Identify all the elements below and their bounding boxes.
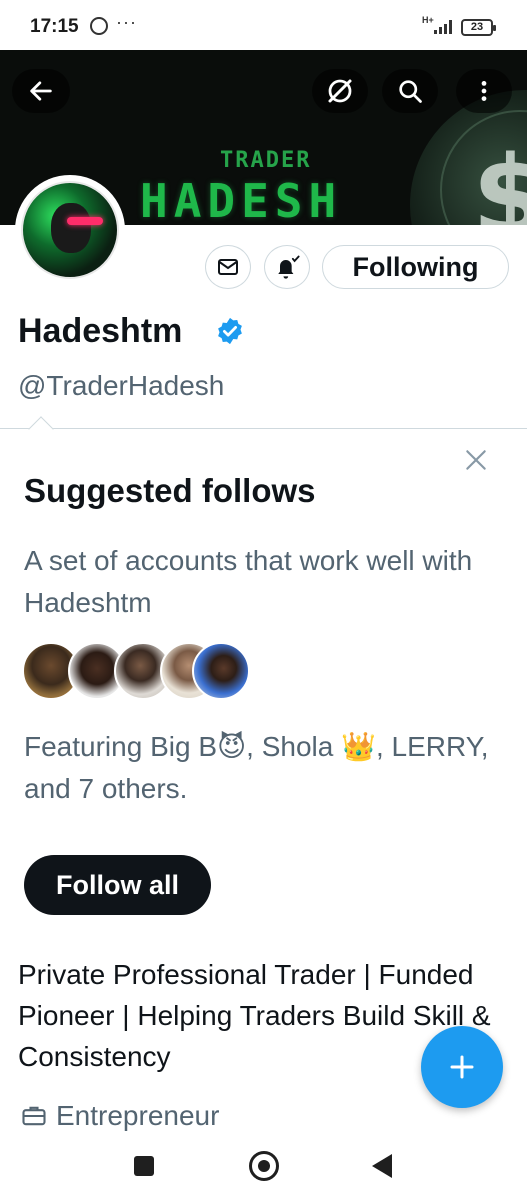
suggested-follows-title: Suggested follows bbox=[24, 472, 316, 509]
dismiss-suggestions-button[interactable] bbox=[460, 444, 492, 476]
mail-icon bbox=[218, 259, 238, 275]
recent-apps-icon[interactable] bbox=[134, 1156, 154, 1176]
avatar-image bbox=[21, 181, 119, 279]
avatar[interactable] bbox=[15, 175, 125, 285]
grok-icon bbox=[328, 79, 352, 103]
featuring-text: Featuring Big B😈, Shola 👑, LERRY, and 7 … bbox=[24, 731, 489, 804]
close-icon bbox=[466, 450, 486, 470]
profile-job: Entrepreneur bbox=[20, 1098, 219, 1134]
status-time: 17:15 bbox=[30, 16, 79, 37]
message-button[interactable] bbox=[205, 245, 251, 289]
following-button[interactable]: Following bbox=[322, 245, 509, 289]
user-handle: @TraderHadesh bbox=[18, 370, 225, 401]
job-title: Entrepreneur bbox=[56, 1100, 220, 1131]
suggested-follows-description: A set of accounts that work well with Ha… bbox=[24, 545, 473, 618]
network-type: H+ bbox=[422, 15, 434, 25]
search-button[interactable] bbox=[382, 69, 438, 113]
suggested-avatars[interactable] bbox=[22, 642, 262, 702]
follow-all-button[interactable]: Follow all bbox=[24, 855, 211, 915]
banner-title-line2: HADESH bbox=[140, 174, 343, 225]
display-name: Hadeshtm bbox=[18, 312, 183, 350]
grok-button[interactable] bbox=[312, 69, 368, 113]
arrow-left-icon bbox=[30, 81, 52, 101]
more-notifications-icon: ··· bbox=[116, 12, 137, 32]
more-vertical-icon bbox=[481, 81, 487, 101]
bell-check-icon bbox=[278, 255, 300, 279]
briefcase-icon bbox=[22, 1106, 46, 1126]
avatar-figure bbox=[51, 203, 91, 253]
divider-notch bbox=[28, 416, 54, 442]
notifications-button[interactable] bbox=[264, 245, 310, 289]
back-button[interactable] bbox=[12, 69, 70, 113]
signal-icon bbox=[434, 20, 452, 34]
suggested-avatar bbox=[192, 642, 250, 700]
banner-title-line1: TRADER bbox=[220, 148, 312, 173]
home-icon[interactable] bbox=[249, 1151, 279, 1181]
more-options-button[interactable] bbox=[456, 69, 512, 113]
battery-icon: 23 bbox=[461, 19, 496, 36]
search-icon bbox=[399, 80, 422, 103]
whatsapp-icon bbox=[90, 17, 108, 35]
verified-badge-icon bbox=[218, 317, 242, 345]
plus-icon bbox=[450, 1055, 474, 1079]
back-triangle-icon[interactable] bbox=[372, 1154, 392, 1178]
status-bar: 17:15 ··· H+ 23 bbox=[0, 0, 527, 50]
avatar-visor bbox=[67, 217, 103, 225]
compose-post-button[interactable] bbox=[421, 1026, 503, 1108]
system-navigation-bar bbox=[0, 1140, 527, 1200]
dollar-icon: $ bbox=[472, 132, 527, 225]
section-divider bbox=[0, 428, 527, 429]
